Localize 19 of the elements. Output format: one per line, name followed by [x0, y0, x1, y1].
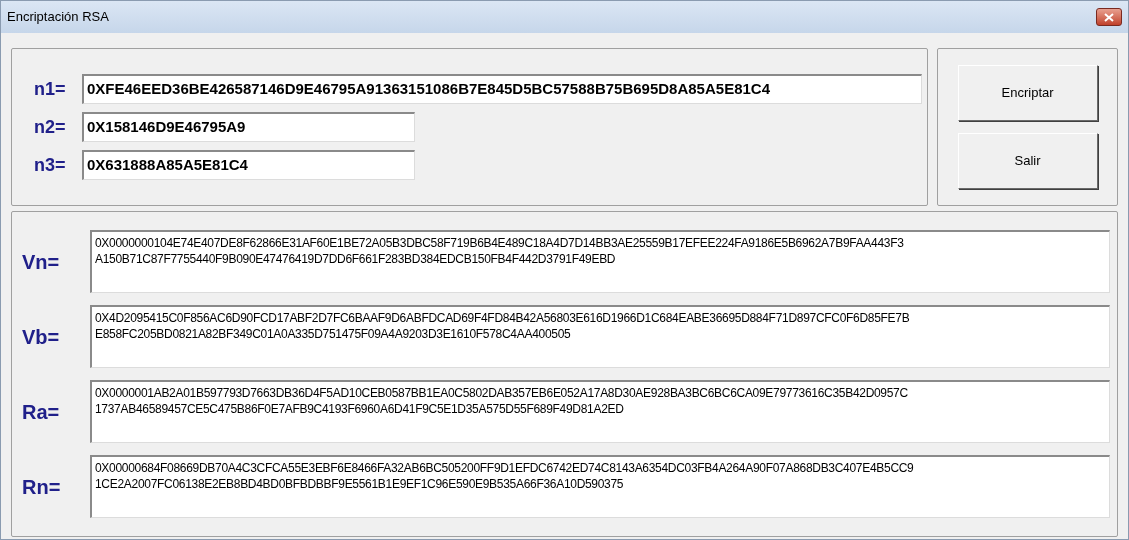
field-label: Ra=: [22, 399, 61, 425]
field-label: n2=: [34, 115, 67, 139]
output-text-area[interactable]: 0X0000001AB2A01B597793D7663DB36D4F5AD10CEB0587BB1EA0C5802DAB357EB6E052A17A8D30AE928BA3BC6BC6CA09E79773616C35B42D0957C 1737AB46589457CE5C475B86F0E7AFB9C4193F6960A6D41F9C5E1D35A575D55F689F49D81A2ED: [90, 380, 1110, 443]
action-button[interactable]: Encriptar: [957, 65, 1098, 121]
input-field[interactable]: 0X631888A85A5E81C4: [82, 150, 415, 180]
input-field[interactable]: 0XFE46EED36BE426587146D9E46795A91363151086B7E845D5BC57588B75B695D8A85A5E81C4: [82, 74, 922, 104]
field-label: Vb=: [22, 324, 61, 350]
window-title: Encriptación RSA: [7, 8, 109, 27]
output-text-area[interactable]: 0X00000684F08669DB70A4C3CFCA55E3EBF6E8466FA32AB6BC505200FF9D1EFDC6742ED74C8143A6354DC03FB4A264A90F07A868DB3C407E4B5CC9 1CE2A2007FC06138E2EB8BD4BD0BFBDBBF9E5561B1E9EF1C96E590E9B535A66F36A10D590375: [90, 455, 1110, 518]
action-button[interactable]: Salir: [957, 133, 1098, 189]
output-text-area[interactable]: 0X4D2095415C0F856AC6D90FCD17ABF2D7FC6BAAF9D6ABFDCAD69F4FD84B42A56803E616D1966D1C684EABE36695D884F71D897CFC0F6D85FE7B E858FC205BD0821A82BF349C01A0A335D751475F09A4A9203D3E1610F578C4AA400505: [90, 305, 1110, 368]
output-text-area[interactable]: 0X0000000104E74E407DE8F62866E31AF60E1BE72A05B3DBC58F719B6B4E489C18A4D7D14BB3AE25559B17EFEE224FA9186E5B6962A7B9FAA443F3 A150B71C87F7755440F9B090E47476419D7DD6F661F283BD384EDCB150FB4F442D3791F49EBD: [90, 230, 1110, 293]
field-label: n1=: [34, 77, 67, 101]
close-button[interactable]: [1096, 8, 1122, 26]
close-icon: [1104, 12, 1114, 22]
field-label: n3=: [34, 153, 67, 177]
input-field[interactable]: 0X158146D9E46795A9: [82, 112, 415, 142]
field-label: Vn=: [22, 249, 61, 275]
field-label: Rn=: [22, 474, 62, 500]
